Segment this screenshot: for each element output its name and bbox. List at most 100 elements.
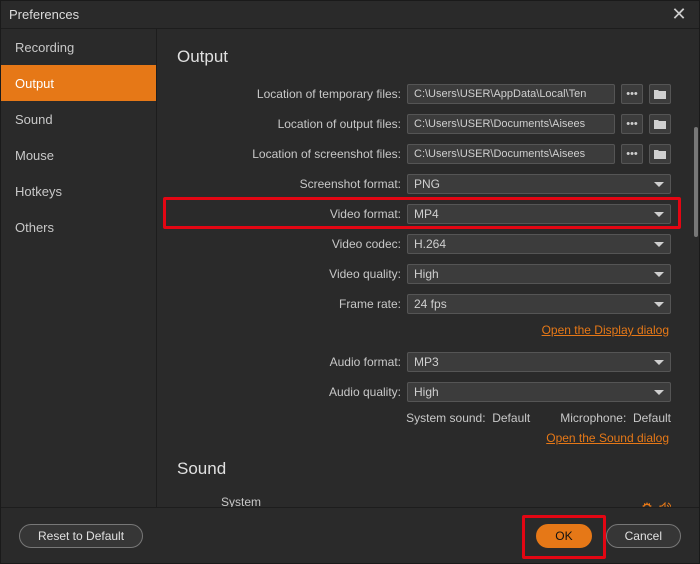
label-video-quality: Video quality: xyxy=(177,267,407,281)
row-screenshot-format: Screenshot format: PNG xyxy=(177,173,671,195)
label-video-format: Video format: xyxy=(177,207,407,221)
sidebar: Recording Output Sound Mouse Hotkeys Oth… xyxy=(1,29,157,507)
chevron-down-icon xyxy=(654,360,664,365)
label-system-sound: System sound: xyxy=(406,411,485,425)
row-audio-format: Audio format: MP3 xyxy=(177,351,671,373)
browse-icon[interactable]: ••• xyxy=(621,114,643,134)
sidebar-item-label: Recording xyxy=(15,40,74,55)
row-screenshot-location: Location of screenshot files: ••• xyxy=(177,143,671,165)
label-output-location: Location of output files: xyxy=(177,117,407,131)
sound-dialog-link-row: Open the Sound dialog xyxy=(177,431,671,445)
sidebar-item-label: Sound xyxy=(15,112,53,127)
select-value: High xyxy=(414,267,439,281)
row-temp-location: Location of temporary files: ••• xyxy=(177,83,671,105)
input-output-location[interactable] xyxy=(407,114,615,134)
label-screenshot-location: Location of screenshot files: xyxy=(177,147,407,161)
select-audio-quality[interactable]: High xyxy=(407,382,671,402)
row-system-sound-slider: System sound: xyxy=(177,495,671,507)
select-frame-rate[interactable]: 24 fps xyxy=(407,294,671,314)
chevron-down-icon xyxy=(654,212,664,217)
row-frame-rate: Frame rate: 24 fps xyxy=(177,293,671,315)
ctrl-video-format: MP4 xyxy=(407,204,671,224)
ctrl-video-quality: High xyxy=(407,264,671,284)
microphone-status: Microphone: Default xyxy=(560,411,671,425)
browse-icon[interactable]: ••• xyxy=(621,144,643,164)
select-value: 24 fps xyxy=(414,297,447,311)
sidebar-item-sound[interactable]: Sound xyxy=(1,101,156,137)
select-video-quality[interactable]: High xyxy=(407,264,671,284)
row-output-location: Location of output files: ••• xyxy=(177,113,671,135)
ctrl-audio-format: MP3 xyxy=(407,352,671,372)
label-frame-rate: Frame rate: xyxy=(177,297,407,311)
sidebar-item-label: Others xyxy=(15,220,54,235)
open-display-dialog-link[interactable]: Open the Display dialog xyxy=(542,323,669,337)
row-video-format: Video format: MP4 xyxy=(177,203,671,225)
sidebar-item-label: Output xyxy=(15,76,54,91)
sound-status-row: System sound: Default Microphone: Defaul… xyxy=(177,411,671,425)
folder-icon[interactable] xyxy=(649,114,671,134)
sidebar-item-mouse[interactable]: Mouse xyxy=(1,137,156,173)
row-video-codec: Video codec: H.264 xyxy=(177,233,671,255)
scroll-area: Output Location of temporary files: ••• … xyxy=(157,29,691,507)
section-sound: Sound System sound: xyxy=(177,459,671,507)
scrollbar[interactable] xyxy=(694,127,698,237)
select-value: MP3 xyxy=(414,355,439,369)
label-microphone: Microphone: xyxy=(560,411,626,425)
select-value: H.264 xyxy=(414,237,446,251)
sidebar-item-others[interactable]: Others xyxy=(1,209,156,245)
select-video-codec[interactable]: H.264 xyxy=(407,234,671,254)
chevron-down-icon xyxy=(654,242,664,247)
folder-icon[interactable] xyxy=(649,84,671,104)
chevron-down-icon xyxy=(654,302,664,307)
ctrl-temp-location: ••• xyxy=(407,84,671,104)
sidebar-item-recording[interactable]: Recording xyxy=(1,29,156,65)
ctrl-video-codec: H.264 xyxy=(407,234,671,254)
cancel-button[interactable]: Cancel xyxy=(606,524,681,548)
footer: Reset to Default OK Cancel xyxy=(1,507,699,563)
row-audio-quality: Audio quality: High xyxy=(177,381,671,403)
select-audio-format[interactable]: MP3 xyxy=(407,352,671,372)
titlebar: Preferences ✕ xyxy=(1,1,699,29)
section-title-sound: Sound xyxy=(177,459,671,479)
value-system-sound: Default xyxy=(492,411,530,425)
window-title: Preferences xyxy=(9,7,79,22)
label-temp-location: Location of temporary files: xyxy=(177,87,407,101)
ctrl-screenshot-location: ••• xyxy=(407,144,671,164)
sidebar-item-label: Hotkeys xyxy=(15,184,62,199)
label-system-sound-slider: System sound: xyxy=(177,495,281,507)
select-value: PNG xyxy=(414,177,440,191)
row-video-quality: Video quality: High xyxy=(177,263,671,285)
display-dialog-link-row: Open the Display dialog xyxy=(177,323,671,337)
chevron-down-icon xyxy=(654,272,664,277)
input-temp-location[interactable] xyxy=(407,84,615,104)
sidebar-item-hotkeys[interactable]: Hotkeys xyxy=(1,173,156,209)
label-screenshot-format: Screenshot format: xyxy=(177,177,407,191)
input-screenshot-location[interactable] xyxy=(407,144,615,164)
label-audio-format: Audio format: xyxy=(177,355,407,369)
sidebar-item-output[interactable]: Output xyxy=(1,65,156,101)
chevron-down-icon xyxy=(654,390,664,395)
sidebar-item-label: Mouse xyxy=(15,148,54,163)
ctrl-output-location: ••• xyxy=(407,114,671,134)
chevron-down-icon xyxy=(654,182,664,187)
folder-icon[interactable] xyxy=(649,144,671,164)
ctrl-audio-quality: High xyxy=(407,382,671,402)
window-body: Recording Output Sound Mouse Hotkeys Oth… xyxy=(1,29,699,507)
label-video-codec: Video codec: xyxy=(177,237,407,251)
section-title-output: Output xyxy=(177,47,671,67)
ok-button[interactable]: OK xyxy=(536,524,591,548)
preferences-window: Preferences ✕ Recording Output Sound Mou… xyxy=(0,0,700,564)
select-value: High xyxy=(414,385,439,399)
browse-icon[interactable]: ••• xyxy=(621,84,643,104)
open-sound-dialog-link[interactable]: Open the Sound dialog xyxy=(546,431,669,445)
reset-to-default-button[interactable]: Reset to Default xyxy=(19,524,143,548)
ctrl-frame-rate: 24 fps xyxy=(407,294,671,314)
system-sound-status: System sound: Default xyxy=(406,411,530,425)
select-video-format[interactable]: MP4 xyxy=(407,204,671,224)
close-icon[interactable]: ✕ xyxy=(667,4,691,25)
value-microphone: Default xyxy=(633,411,671,425)
ctrl-screenshot-format: PNG xyxy=(407,174,671,194)
select-screenshot-format[interactable]: PNG xyxy=(407,174,671,194)
main-pane: Output Location of temporary files: ••• … xyxy=(157,29,699,507)
label-audio-quality: Audio quality: xyxy=(177,385,407,399)
